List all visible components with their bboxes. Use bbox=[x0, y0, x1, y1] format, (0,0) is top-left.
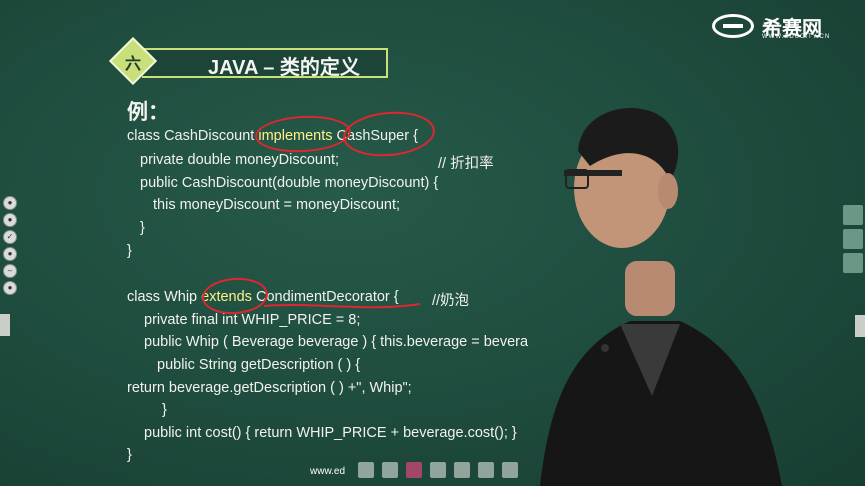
annotation-underline bbox=[263, 303, 421, 309]
annotation-circle-cashsuper bbox=[341, 108, 437, 160]
eraser-icon[interactable] bbox=[430, 462, 446, 478]
code-text: class CashDiscount bbox=[127, 128, 259, 144]
code-line: return beverage.getDescription ( ) +", W… bbox=[127, 380, 412, 396]
code-text: private double moneyDiscount; bbox=[140, 152, 340, 168]
code-line: public int cost() { return WHIP_PRICE + … bbox=[144, 425, 517, 441]
color-tool-icon[interactable]: ● bbox=[3, 213, 17, 227]
code-text: class Whip bbox=[127, 289, 202, 305]
right-tool-button[interactable] bbox=[843, 205, 863, 225]
redo-icon[interactable] bbox=[478, 462, 494, 478]
presenter-image bbox=[540, 107, 782, 486]
brand-logo: 希赛网 WWW.EDUCITY.CN bbox=[712, 12, 852, 42]
left-toolbar: ● ● ✓ ● – ● bbox=[0, 196, 22, 336]
left-collapse-tab[interactable] bbox=[0, 314, 10, 336]
annotation-circle-implements bbox=[254, 113, 352, 155]
pen-tool-icon[interactable]: ● bbox=[3, 196, 17, 210]
code-line: } bbox=[127, 447, 132, 463]
code-line: } bbox=[140, 220, 145, 236]
right-toolbar bbox=[843, 205, 865, 337]
code-line: } bbox=[162, 402, 167, 418]
right-tool-button[interactable] bbox=[843, 229, 863, 249]
more-icon[interactable] bbox=[502, 462, 518, 478]
undo-icon[interactable] bbox=[454, 462, 470, 478]
code-line: public CashDiscount(double moneyDiscount… bbox=[140, 175, 439, 191]
settings-tool-icon[interactable]: ● bbox=[3, 281, 17, 295]
code-line: public Whip ( Beverage beverage ) { this… bbox=[144, 334, 529, 350]
code-comment: // 折扣率 bbox=[438, 156, 494, 172]
right-tool-button[interactable] bbox=[843, 253, 863, 273]
pen-icon[interactable] bbox=[406, 462, 422, 478]
code-line: this moneyDiscount = moneyDiscount; bbox=[153, 197, 401, 213]
e-logo-icon bbox=[712, 14, 754, 38]
select-icon[interactable] bbox=[382, 462, 398, 478]
section-number: 六 bbox=[124, 56, 141, 73]
section-title-banner: 六 JAVA – 类的定义 bbox=[108, 36, 388, 86]
annotation-circle-extends bbox=[200, 275, 270, 317]
code-comment: //奶泡 bbox=[432, 293, 470, 309]
code-line: } bbox=[127, 243, 132, 259]
page-title: JAVA – 类的定义 bbox=[208, 57, 360, 79]
code-line: private final int WHIP_PRICE = 8; bbox=[144, 312, 361, 328]
clear-tool-icon[interactable]: – bbox=[3, 264, 17, 278]
example-label: 例： bbox=[127, 101, 169, 124]
pointer-icon[interactable] bbox=[358, 462, 374, 478]
bottom-toolbar: www.ed bbox=[310, 462, 520, 482]
code-line: public String getDescription ( ) { bbox=[157, 357, 361, 373]
code-line: private double moneyDiscount; bbox=[140, 152, 339, 168]
right-collapse-tab[interactable] bbox=[855, 315, 865, 337]
check-tool-icon[interactable]: ✓ bbox=[3, 230, 17, 244]
eraser-tool-icon[interactable]: ● bbox=[3, 247, 17, 261]
brand-url: WWW.EDUCITY.CN bbox=[762, 34, 831, 40]
footer-url: www.ed bbox=[310, 466, 346, 477]
